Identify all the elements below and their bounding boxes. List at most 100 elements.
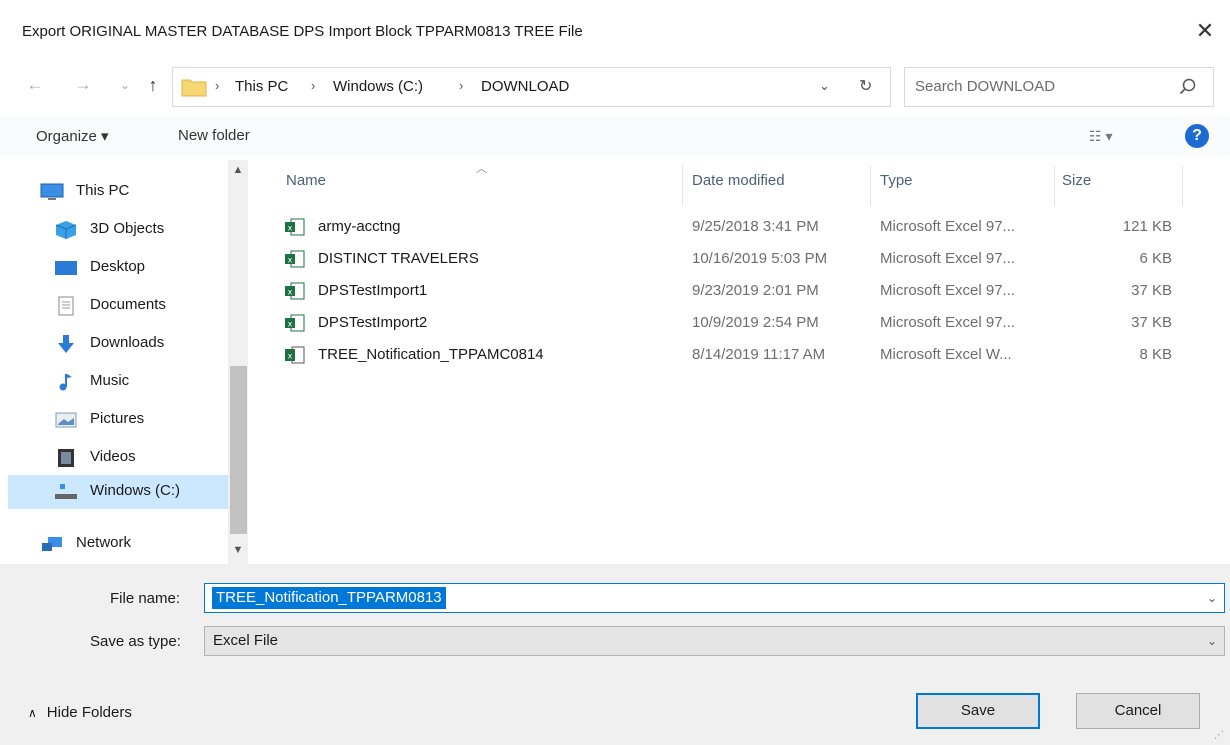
search-placeholder: Search DOWNLOAD <box>915 78 1056 95</box>
title-bar: Export ORIGINAL MASTER DATABASE DPS Impo… <box>0 0 1230 58</box>
sidebar-item-label: Desktop <box>90 258 146 275</box>
search-input[interactable]: Search DOWNLOAD <box>904 67 1214 107</box>
sidebar-item-downloads[interactable]: Downloads <box>20 327 228 361</box>
file-size: 121 KB <box>1122 218 1172 235</box>
up-arrow-icon[interactable]: ↑ <box>140 72 166 98</box>
column-divider[interactable] <box>1054 166 1055 206</box>
sidebar-item-windows-c[interactable]: Windows (C:) <box>8 475 228 509</box>
file-type: Microsoft Excel W... <box>880 346 1012 363</box>
file-row[interactable]: x DISTINCT TRAVELERS 10/16/2019 5:03 PM … <box>280 244 1180 274</box>
svg-text:x: x <box>288 320 293 329</box>
address-bar[interactable]: › This PC › Windows (C:) › DOWNLOAD ⌄ ↻ <box>172 67 891 107</box>
sidebar-item-label: Downloads <box>90 334 165 351</box>
forward-arrow-icon[interactable]: → <box>70 72 96 98</box>
sidebar-item-label: Videos <box>90 448 136 465</box>
file-date: 10/9/2019 2:54 PM <box>692 314 819 331</box>
file-name: DISTINCT TRAVELERS <box>318 250 479 267</box>
excel-file-icon: x <box>285 250 305 268</box>
file-name-label: File name: <box>110 590 181 607</box>
sidebar-item-documents[interactable]: Documents <box>20 289 228 323</box>
breadcrumb-separator: › <box>311 78 316 93</box>
chevron-down-icon[interactable]: ⌄ <box>1207 634 1217 648</box>
sidebar-item-desktop[interactable]: Desktop <box>20 251 228 285</box>
breadcrumb-separator: › <box>459 78 464 93</box>
svg-text:x: x <box>288 352 293 361</box>
file-date: 9/25/2018 3:41 PM <box>692 218 819 235</box>
cancel-button[interactable]: Cancel <box>1076 693 1200 729</box>
cube-icon <box>55 221 77 239</box>
sidebar-item-network[interactable]: Network <box>20 527 228 561</box>
sidebar-item-this-pc[interactable]: This PC <box>20 175 228 209</box>
excel-file-icon: x <box>285 218 305 236</box>
navigation-bar: ← → ⌄ ↑ › This PC › Windows (C:) › DOWNL… <box>0 62 1230 114</box>
file-type: Microsoft Excel 97... <box>880 282 1016 299</box>
column-header-name[interactable]: Name <box>286 172 326 189</box>
back-arrow-icon[interactable]: ← <box>22 72 48 98</box>
sidebar-item-3d-objects[interactable]: 3D Objects <box>20 213 228 247</box>
column-header-type[interactable]: Type <box>880 172 913 189</box>
file-date: 8/14/2019 11:17 AM <box>692 346 826 363</box>
close-icon[interactable]: ✕ <box>1192 18 1218 44</box>
file-name-value: TREE_Notification_TPPARM0813 <box>212 587 446 609</box>
refresh-icon[interactable]: ↻ <box>859 76 872 96</box>
help-icon[interactable]: ? <box>1185 124 1209 148</box>
sidebar-item-label: Windows (C:) <box>90 482 181 499</box>
new-folder-button[interactable]: New folder <box>178 127 250 144</box>
file-name-field[interactable]: TREE_Notification_TPPARM0813 ⌄ <box>204 583 1225 613</box>
breadcrumb-this-pc[interactable]: This PC <box>235 78 288 95</box>
dialog-title: Export ORIGINAL MASTER DATABASE DPS Impo… <box>22 23 583 40</box>
view-options-icon[interactable]: ☷ ▾ <box>1089 128 1112 145</box>
save-options-panel: File name: TREE_Notification_TPPARM0813 … <box>0 564 1230 745</box>
sidebar-item-music[interactable]: Music <box>20 365 228 399</box>
save-as-type-label: Save as type: <box>90 633 181 650</box>
file-name: army-acctng <box>318 218 401 235</box>
resize-grip-icon[interactable]: ⋰ <box>1214 730 1224 741</box>
file-list: ︿ Name Date modified Type Size x army-ac… <box>258 160 1230 564</box>
column-divider[interactable] <box>1182 166 1183 206</box>
svg-text:x: x <box>288 256 293 265</box>
network-icon <box>42 537 62 551</box>
save-as-type-select[interactable]: Excel File ⌄ <box>204 626 1225 656</box>
chevron-up-icon: ∧ <box>28 706 37 720</box>
breadcrumb-download[interactable]: DOWNLOAD <box>481 78 569 95</box>
scroll-down-icon[interactable]: ▼ <box>228 544 248 556</box>
file-size: 37 KB <box>1131 282 1172 299</box>
column-divider[interactable] <box>682 166 683 206</box>
excel-workbook-icon: x <box>285 346 305 364</box>
search-icon[interactable] <box>1178 77 1198 97</box>
sidebar-item-pictures[interactable]: Pictures <box>20 403 228 437</box>
file-row[interactable]: x DPSTestImport1 9/23/2019 2:01 PM Micro… <box>280 276 1180 306</box>
organize-button[interactable]: Organize ▾ <box>36 127 109 145</box>
sidebar-item-videos[interactable]: Videos <box>20 441 228 475</box>
sort-ascending-icon: ︿ <box>476 163 487 175</box>
file-name: DPSTestImport2 <box>318 314 428 331</box>
pc-icon <box>40 183 64 200</box>
chevron-down-icon[interactable]: ⌄ <box>819 78 830 94</box>
recent-locations-icon[interactable]: ⌄ <box>112 72 138 98</box>
picture-icon <box>55 412 77 428</box>
navigation-pane: This PC 3D Objects Desktop Documents Dow… <box>0 160 252 564</box>
download-arrow-icon <box>58 335 74 353</box>
excel-file-icon: x <box>285 282 305 300</box>
file-row[interactable]: x TREE_Notification_TPPAMC0814 8/14/2019… <box>280 340 1180 370</box>
save-button[interactable]: Save <box>916 693 1040 729</box>
document-icon <box>58 296 74 316</box>
scrollbar-thumb[interactable] <box>230 366 247 534</box>
breadcrumb-windows-c[interactable]: Windows (C:) <box>333 78 423 95</box>
scroll-up-icon[interactable]: ▲ <box>228 164 248 176</box>
save-as-type-value: Excel File <box>213 632 279 649</box>
column-header-date[interactable]: Date modified <box>692 172 785 189</box>
svg-text:x: x <box>288 224 293 233</box>
chevron-down-icon[interactable]: ⌄ <box>1207 591 1217 605</box>
hide-folders-label: Hide Folders <box>46 704 132 721</box>
file-type: Microsoft Excel 97... <box>880 218 1016 235</box>
folder-icon <box>181 79 207 97</box>
hide-folders-button[interactable]: ∧ Hide Folders <box>28 704 132 721</box>
file-name: DPSTestImport1 <box>318 282 428 299</box>
file-row[interactable]: x army-acctng 9/25/2018 3:41 PM Microsof… <box>280 212 1180 242</box>
file-row[interactable]: x DPSTestImport2 10/9/2019 2:54 PM Micro… <box>280 308 1180 338</box>
column-divider[interactable] <box>870 166 871 206</box>
save-dialog: Export ORIGINAL MASTER DATABASE DPS Impo… <box>0 0 1230 745</box>
column-header-size[interactable]: Size <box>1062 172 1091 189</box>
drive-icon <box>55 484 77 499</box>
